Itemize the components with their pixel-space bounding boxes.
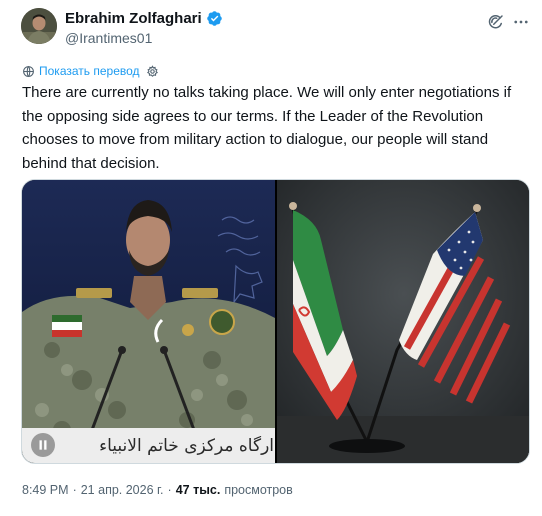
pause-icon (39, 440, 47, 450)
author-handle[interactable]: @Irantimes01 (65, 30, 152, 46)
meta-separator-2: · (167, 483, 172, 497)
more-icon[interactable] (512, 13, 530, 31)
meta-separator: · (72, 483, 77, 497)
tweet-text: There are currently no talks taking plac… (22, 84, 512, 172)
tweet-card[interactable]: Ebrahim Zolfaghari @Irantimes01 Показать… (0, 0, 542, 516)
flags-image[interactable] (277, 180, 529, 463)
views-label: просмотров (224, 483, 293, 497)
settings-icon[interactable] (146, 64, 159, 78)
tweet-time[interactable]: 8:49 PM (22, 483, 69, 497)
avatar[interactable] (21, 8, 57, 44)
pause-button[interactable] (31, 433, 55, 457)
grok-icon[interactable] (487, 13, 505, 31)
globe-icon (22, 65, 35, 78)
views-count: 47 тыс. (175, 483, 221, 497)
video-banner-text: ارگاه مرکزی خاتم الانبیاء (99, 436, 274, 456)
verified-badge-icon (206, 10, 223, 27)
show-translation-link[interactable]: Показать перевод (39, 64, 140, 78)
media-container[interactable]: ارگاه مرکزی خاتم الانبیاء (21, 179, 530, 464)
video-thumbnail[interactable]: ارگاه مرکزی خاتم الانبیاء (22, 180, 275, 463)
tweet-date[interactable]: 21 апр. 2026 г. (81, 483, 164, 497)
author-display-name[interactable]: Ebrahim Zolfaghari (65, 10, 202, 27)
